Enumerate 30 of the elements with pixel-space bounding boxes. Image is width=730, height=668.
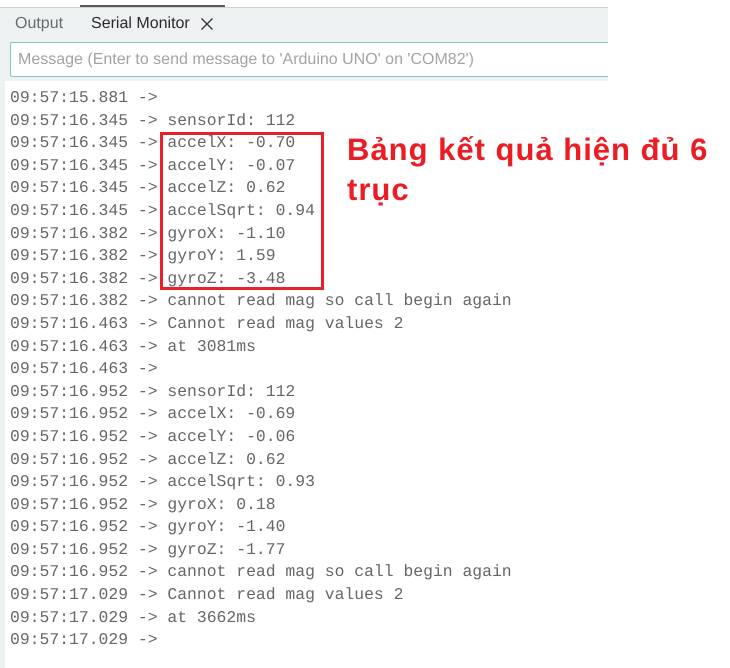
log-line: 09:57:16.952 -> accelX: -0.69 — [10, 403, 296, 426]
message-field[interactable]: Message (Enter to send message to 'Arduino UNO' on 'COM82') — [10, 42, 608, 77]
log-line: 09:57:16.345 -> accelZ: 0.62 — [10, 177, 286, 200]
log-line: 09:57:17.029 -> Cannot read mag values 2 — [10, 584, 404, 606]
log-line: 09:57:16.952 -> gyroY: -1.40 — [10, 516, 286, 538]
log-line: 09:57:16.952 -> accelY: -0.06 — [10, 426, 296, 448]
log-line: 09:57:16.952 -> cannot read mag so call begin again — [10, 561, 512, 584]
tab[interactable]: Output — [15, 14, 64, 34]
log-line: 09:57:16.345 -> accelSqrt: 0.94 — [10, 200, 315, 222]
log-line: 09:57:16.463 -> Cannot read mag values 2 — [10, 312, 404, 335]
close-icon[interactable] — [200, 18, 213, 30]
log-line: 09:57:16.382 -> cannot read mag so call begin again — [10, 290, 512, 312]
tab[interactable]: Serial Monitor — [91, 14, 190, 34]
log-line: 09:57:15.881 -> — [10, 87, 158, 109]
log-line: 09:57:16.952 -> accelSqrt: 0.93 — [10, 471, 315, 494]
log-line: 09:57:16.345 -> sensorId: 112 — [10, 110, 296, 132]
log-line: 09:57:16.952 -> gyroX: 0.18 — [10, 494, 276, 516]
log-line: 09:57:16.463 -> — [10, 358, 158, 380]
log-line: 09:57:17.029 -> at 3662ms — [10, 606, 256, 629]
log-line: 09:57:17.029 -> — [10, 629, 158, 652]
log-line: 09:57:16.952 -> accelZ: 0.62 — [10, 448, 286, 470]
log-line: 09:57:16.345 -> accelX: -0.70 — [10, 132, 296, 154]
log-line: 09:57:16.382 -> gyroY: 1.59 — [10, 245, 276, 268]
log-line: 09:57:16.463 -> at 3081ms — [10, 336, 256, 358]
log-line: 09:57:16.345 -> accelY: -0.07 — [10, 154, 296, 177]
log-line: 09:57:16.952 -> sensorId: 112 — [10, 380, 296, 403]
annotation-text: Bảng kết quả hiện đủ 6 trục — [347, 131, 710, 209]
log-line: 09:57:16.382 -> gyroX: -1.10 — [10, 222, 286, 245]
log-line: 09:57:16.952 -> gyroZ: -1.77 — [10, 538, 286, 561]
log-line: 09:57:16.382 -> gyroZ: -3.48 — [10, 268, 286, 290]
